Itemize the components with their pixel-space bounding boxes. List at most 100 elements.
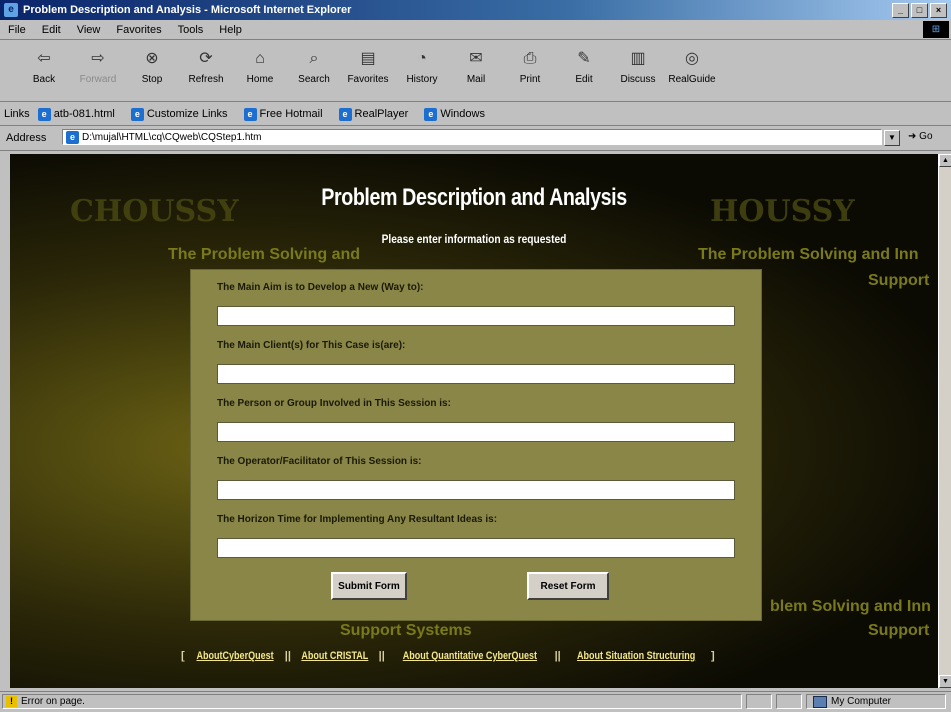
error-warning-icon[interactable]: ! — [6, 696, 17, 707]
stop-icon: ⊗ — [145, 50, 159, 67]
mail-icon: ✉ — [469, 50, 483, 67]
search-button[interactable]: ⌕ Search — [290, 40, 338, 85]
menu-help[interactable]: Help — [211, 24, 250, 36]
status-message: Error on page. — [21, 696, 85, 707]
history-icon: ◔ — [417, 50, 427, 67]
ie-page-icon: e — [243, 107, 257, 121]
link-item[interactable]: e Free Hotmail — [236, 107, 331, 121]
background-text: The Problem Solving and Inn — [698, 246, 919, 263]
link-item[interactable]: e atb-081.html — [30, 107, 123, 121]
address-input[interactable]: e D:\mujal\HTML\cq\CQweb\CQStep1.htm — [62, 129, 882, 145]
realguide-icon: ◎ — [685, 50, 699, 67]
edit-icon: ✎ — [577, 50, 591, 67]
operator-input[interactable] — [217, 480, 735, 500]
home-button[interactable]: ⌂ Home — [236, 40, 284, 85]
status-bar: ! Error on page. My Computer — [0, 691, 951, 712]
page-viewport: CHOUSSY HOUSSY The Problem Solving and T… — [10, 154, 938, 688]
menu-favorites[interactable]: Favorites — [108, 24, 169, 36]
background-text: The Problem Solving and — [168, 246, 361, 263]
security-zone: My Computer — [806, 694, 946, 709]
close-button[interactable]: × — [930, 3, 947, 18]
search-icon: ⌕ — [309, 50, 319, 67]
menu-edit[interactable]: Edit — [34, 24, 69, 36]
problem-form: The Main Aim is to Develop a New (Way to… — [191, 270, 761, 620]
links-bar: Links e atb-081.html e Customize Links e Fr… — [0, 103, 951, 126]
main-aim-input[interactable] — [217, 306, 735, 326]
field-label-main-client: The Main Client(s) for This Case is(are)… — [217, 340, 406, 351]
windows-logo-icon: ⊞ — [923, 21, 949, 38]
background-text: Support Systems — [340, 622, 472, 639]
about-cyberquest-link[interactable]: AboutCyberQuest — [196, 650, 273, 662]
refresh-icon: ⟳ — [199, 50, 213, 67]
address-label: Address — [6, 132, 47, 144]
vertical-scrollbar[interactable]: ▲ ▼ — [938, 154, 951, 688]
menu-view[interactable]: View — [69, 24, 109, 36]
address-value: D:\mujal\HTML\cq\CQweb\CQStep1.htm — [82, 131, 262, 143]
forward-button[interactable]: ⇨ Forward — [74, 40, 122, 85]
ie-page-icon: e — [424, 107, 438, 121]
menu-bar: File Edit View Favorites Tools Help ⊞ — [0, 20, 951, 40]
window-title: Problem Description and Analysis - Micro… — [23, 4, 352, 16]
refresh-button[interactable]: ⟳ Refresh — [182, 40, 230, 85]
ie-page-icon: e — [130, 107, 144, 121]
scroll-down-icon[interactable]: ▼ — [939, 675, 951, 688]
window-controls: _ □ × — [892, 3, 947, 18]
edit-button[interactable]: ✎ Edit — [560, 40, 608, 85]
footer-nav: [ AboutCyberQuest || About CRISTAL || Ab… — [181, 650, 715, 662]
window-titlebar: e Problem Description and Analysis - Mic… — [0, 0, 951, 20]
back-button[interactable]: ⇦ Back — [20, 40, 68, 85]
link-item[interactable]: e Windows — [416, 107, 493, 121]
page-title: Problem Description and Analysis — [321, 184, 627, 211]
maximize-button[interactable]: □ — [911, 3, 928, 18]
favorites-icon: ▤ — [360, 50, 376, 67]
favorites-button[interactable]: ▤ Favorites — [344, 40, 392, 85]
standard-toolbar: ⇦ Back ⇨ Forward ⊗ Stop ⟳ Refresh ⌂ Home ⌕ Sea… — [0, 40, 951, 102]
submit-form-button[interactable]: Submit Form — [331, 572, 407, 600]
field-label-operator: The Operator/Facilitator of This Session… — [217, 456, 422, 467]
main-client-input[interactable] — [217, 364, 735, 384]
person-group-input[interactable] — [217, 422, 735, 442]
discuss-icon: ▥ — [630, 50, 646, 67]
link-item[interactable]: e RealPlayer — [331, 107, 417, 121]
scroll-up-icon[interactable]: ▲ — [939, 154, 951, 167]
field-label-main-aim: The Main Aim is to Develop a New (Way to… — [217, 282, 424, 293]
address-dropdown-button[interactable]: ▼ — [884, 130, 900, 146]
links-label: Links — [4, 108, 30, 120]
status-message-area[interactable]: ! Error on page. — [2, 694, 742, 709]
discuss-button[interactable]: ▥ Discuss — [614, 40, 662, 85]
horizon-time-input[interactable] — [217, 538, 735, 558]
minimize-button[interactable]: _ — [892, 3, 909, 18]
background-text: blem Solving and Inn — [770, 598, 931, 615]
realguide-button[interactable]: ◎ RealGuide — [668, 40, 716, 85]
ie-page-icon: e — [338, 107, 352, 121]
stop-button[interactable]: ⊗ Stop — [128, 40, 176, 85]
status-panel — [746, 694, 772, 709]
status-panel — [776, 694, 802, 709]
background-text: Support — [868, 622, 930, 639]
address-bar: Address e D:\mujal\HTML\cq\CQweb\CQStep1… — [0, 126, 951, 151]
my-computer-icon — [813, 695, 827, 708]
page-subtitle: Please enter information as requested — [381, 232, 567, 246]
ie-logo-icon: e — [4, 3, 18, 17]
forward-arrow-icon: ⇨ — [91, 50, 105, 67]
menu-tools[interactable]: Tools — [170, 24, 212, 36]
go-button[interactable]: ➜ Go — [908, 131, 933, 142]
about-quantitative-cyberquest-link[interactable]: About Quantitative CyberQuest — [403, 650, 537, 662]
link-item[interactable]: e Customize Links — [123, 107, 236, 121]
ie-page-icon: e — [66, 130, 79, 144]
ie-page-icon: e — [37, 107, 51, 121]
background-text: Support — [868, 272, 930, 289]
home-icon: ⌂ — [255, 50, 265, 67]
back-arrow-icon: ⇦ — [37, 50, 51, 67]
print-icon: ⎙ — [523, 50, 537, 67]
about-situation-structuring-link[interactable]: About Situation Structuring — [577, 650, 695, 662]
menu-file[interactable]: File — [0, 24, 34, 36]
mail-button[interactable]: ✉ Mail — [452, 40, 500, 85]
print-button[interactable]: ⎙ Print — [506, 40, 554, 85]
history-button[interactable]: ◔ History — [398, 40, 446, 85]
field-label-horizon-time: The Horizon Time for Implementing Any Re… — [217, 514, 498, 525]
field-label-person-group: The Person or Group Involved in This Ses… — [217, 398, 451, 409]
zone-label: My Computer — [831, 696, 892, 707]
about-cristal-link[interactable]: About CRISTAL — [301, 650, 368, 662]
reset-form-button[interactable]: Reset Form — [527, 572, 609, 600]
